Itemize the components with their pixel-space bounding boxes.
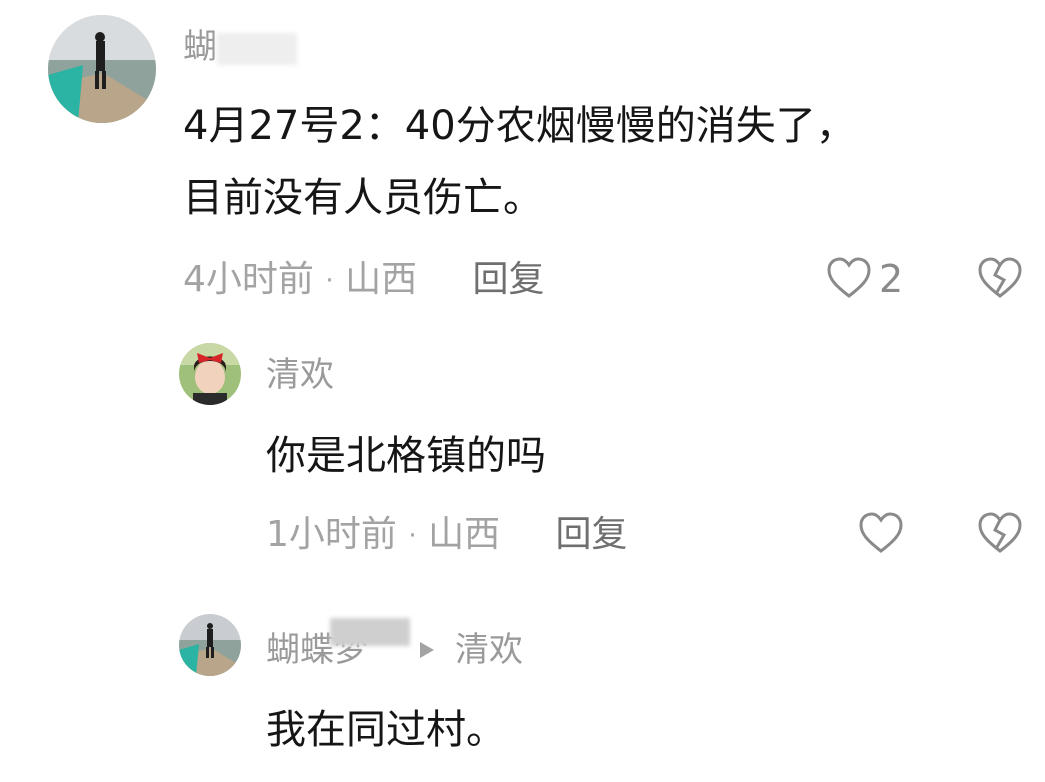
comment-text-1: 4月27号2：40分农烟慢慢的消失了， 目前没有人员伤亡。 (183, 96, 1023, 228)
heart-icon (827, 257, 871, 298)
avatar-commenter-3[interactable] (179, 614, 241, 676)
dislike-heart-icon (978, 257, 1022, 298)
reply-arrow-icon (418, 640, 436, 660)
reply-target-name[interactable]: 清欢 (455, 633, 523, 667)
like-button-1[interactable] (826, 256, 872, 300)
separator-dot: · (408, 521, 417, 551)
separator-dot: · (325, 266, 334, 296)
comment-meta-2: 1小时前 · 山西 回复 (266, 517, 628, 553)
dislike-button-2[interactable] (977, 511, 1023, 555)
comment-line: 4月27号2：40分农烟慢慢的消失了， (183, 103, 856, 149)
location: 山西 (345, 259, 418, 300)
heart-icon (859, 512, 903, 553)
comment-line: 目前没有人员伤亡。 (183, 175, 543, 221)
blurred-name-mask (330, 618, 410, 646)
blurred-name-mask (217, 32, 297, 65)
like-count: 2 (879, 257, 904, 301)
author-name-2[interactable]: 清欢 (266, 358, 334, 392)
dislike-button-1[interactable] (977, 256, 1023, 300)
timestamp: 4小时前 (183, 259, 314, 300)
comment-text-3: 我在同过村。 (266, 707, 506, 753)
author-name-text: 清欢 (266, 355, 334, 395)
reply-button[interactable]: 回复 (473, 259, 545, 300)
avatar-commenter-1[interactable] (48, 15, 156, 123)
avatar-commenter-2[interactable] (179, 343, 241, 405)
author-name-text: 蝴 (183, 27, 217, 67)
timestamp: 1小时前 (266, 514, 397, 555)
author-name-1[interactable]: 蝴 (183, 30, 297, 65)
reply-button[interactable]: 回复 (556, 514, 628, 555)
dislike-heart-icon (978, 512, 1022, 553)
comment-meta-1: 4小时前 · 山西 回复 (183, 262, 545, 298)
like-button-2[interactable] (858, 511, 904, 555)
comment-text-2: 你是北格镇的吗 (266, 433, 546, 479)
location: 山西 (428, 514, 501, 555)
